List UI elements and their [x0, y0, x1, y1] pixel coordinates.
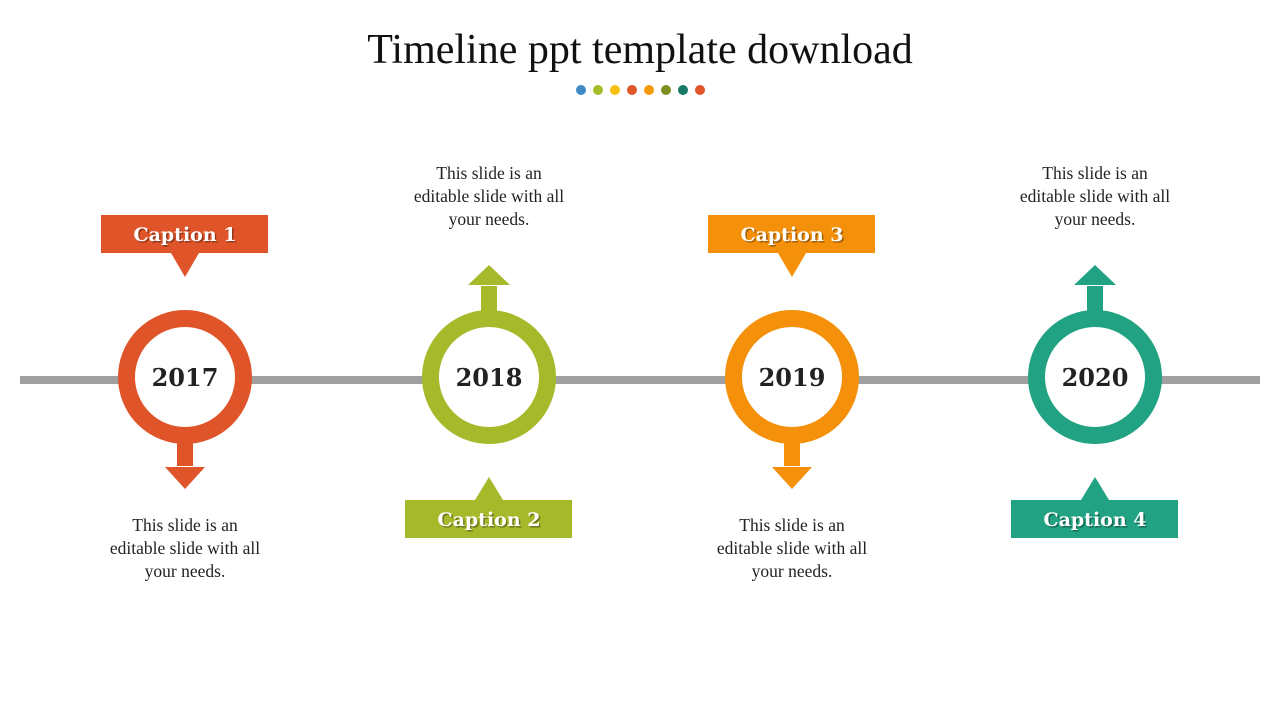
description-line: This slide is an	[436, 163, 542, 183]
timeline-diagram: 2017Caption 1Caption 12018Caption 2Capti…	[20, 215, 1260, 538]
description-line: This slide is an	[739, 515, 845, 535]
node-description: This slide is an editable slide with all y…	[85, 514, 285, 583]
timeline-node-2018: 2018Caption 2Caption 2	[405, 265, 572, 538]
node-description: This slide is an editable slide with all y…	[389, 162, 589, 231]
year-label: 2020	[1062, 363, 1129, 392]
timeline-node-2020: 2020Caption 4Caption 4	[1011, 265, 1178, 538]
description-line: This slide is an	[1042, 163, 1148, 183]
description-line: editable slide with all	[109, 538, 261, 558]
year-label: 2018	[456, 363, 523, 392]
description-line: your needs.	[751, 561, 833, 581]
description-line: editable slide with all	[716, 538, 868, 558]
caption-label: Caption 3	[740, 224, 843, 246]
timeline-node-2019: 2019Caption 3Caption 3	[708, 215, 875, 489]
description-line: editable slide with all	[413, 186, 565, 206]
caption-label: Caption 4	[1043, 509, 1146, 531]
description-line: your needs.	[1054, 209, 1136, 229]
description-line: editable slide with all	[1019, 186, 1171, 206]
description-line: This slide is an	[132, 515, 238, 535]
node-description: This slide is an editable slide with all y…	[692, 514, 892, 583]
caption-label: Caption 2	[437, 509, 540, 531]
year-label: 2017	[152, 363, 219, 392]
description-line: your needs.	[448, 209, 530, 229]
caption-label: Caption 1	[133, 224, 236, 246]
node-description: This slide is an editable slide with all y…	[995, 162, 1195, 231]
description-line: your needs.	[144, 561, 226, 581]
timeline-node-2017: 2017Caption 1Caption 1	[101, 215, 268, 489]
year-label: 2019	[759, 363, 826, 392]
